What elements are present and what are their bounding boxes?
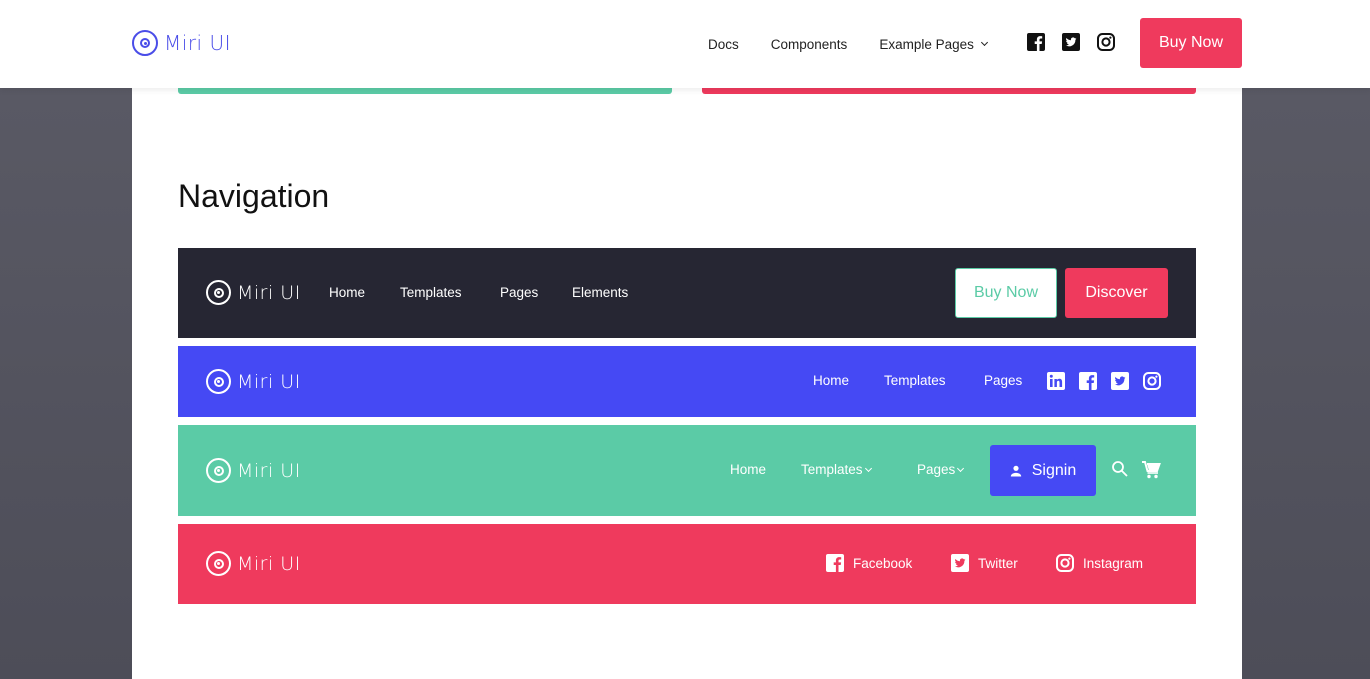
twitter-icon (951, 554, 969, 572)
home-label: Home (730, 462, 767, 477)
search-icon[interactable] (1111, 460, 1129, 478)
instagram-label: Instagram (1083, 555, 1144, 571)
chevron-down-icon (980, 38, 988, 47)
chevron-down-icon (957, 464, 965, 472)
twitter-icon[interactable] (1111, 372, 1129, 390)
twitter-icon[interactable] (1062, 33, 1080, 51)
navbar-success-logo[interactable]: Miri UI (206, 458, 301, 483)
navbar-danger: Miri UI Facebook Twitter Instagram (178, 524, 1196, 604)
instagram-link[interactable]: Instagram (1056, 554, 1143, 572)
instagram-icon[interactable] (1097, 33, 1115, 51)
navbar-dark: Miri UI Home Templates Pages Elements Bu… (178, 248, 1196, 338)
discover-button[interactable]: Discover (1065, 268, 1168, 318)
brand-name: Miri UI (164, 31, 231, 55)
navbar-dark-home[interactable]: Home (329, 285, 365, 300)
nav-components[interactable]: Components (771, 37, 848, 52)
logo-icon (132, 30, 158, 56)
navbar-dark-logo[interactable]: Miri UI (206, 280, 301, 305)
navbar-dark-templates[interactable]: Templates (400, 285, 462, 300)
nav-docs-label: Docs (708, 36, 739, 52)
twitter-label: Twitter (978, 555, 1018, 571)
navbar-primary-home[interactable]: Home (813, 373, 849, 388)
facebook-link[interactable]: Facebook (826, 554, 912, 572)
buy-now-outline-button[interactable]: Buy Now (955, 268, 1057, 318)
header-socials (1027, 33, 1115, 51)
pages-label: Pages (917, 462, 956, 477)
navbar-dark-elements[interactable]: Elements (572, 285, 628, 300)
brand-name: Miri UI (237, 281, 301, 304)
navbar-danger-logo[interactable]: Miri UI (206, 551, 301, 576)
brand-name: Miri UI (237, 370, 301, 393)
nav-components-label: Components (770, 36, 848, 52)
facebook-icon (826, 554, 844, 572)
navbar-success-pages[interactable]: Pages (917, 462, 965, 477)
navbar-success: Miri UI Home Templates Pages Signin (178, 425, 1196, 516)
brand-name: Miri UI (237, 459, 301, 482)
facebook-icon[interactable] (1079, 372, 1097, 390)
facebook-icon[interactable] (1027, 33, 1045, 51)
navbar-success-icons (1111, 460, 1161, 480)
signin-button[interactable]: Signin (990, 445, 1096, 496)
navbar-primary-socials (1047, 372, 1161, 390)
site-header: Miri UI Docs Components Example Pages Bu… (0, 0, 1370, 88)
brand-name: Miri UI (237, 552, 301, 575)
nav-example-pages-label: Example Pages (879, 36, 974, 52)
red-card-bottom-edge (702, 88, 1196, 94)
navbar-success-home[interactable]: Home (730, 462, 766, 477)
navbar-primary-logo[interactable]: Miri UI (206, 369, 301, 394)
twitter-link[interactable]: Twitter (951, 554, 1018, 572)
nav-example-pages[interactable]: Example Pages (879, 36, 988, 52)
navbar-dark-pages[interactable]: Pages (500, 285, 538, 300)
linkedin-icon[interactable] (1047, 372, 1065, 390)
signin-label: Signin (1031, 461, 1077, 479)
cart-icon[interactable] (1141, 460, 1161, 480)
templates-label: Templates (801, 462, 863, 477)
buy-now-button[interactable]: Buy Now (1140, 18, 1242, 68)
logo-icon (206, 369, 231, 394)
navbar-primary: Miri UI Home Templates Pages (178, 346, 1196, 417)
site-nav: Docs Components Example Pages (708, 0, 1019, 88)
instagram-icon[interactable] (1143, 372, 1161, 390)
site-logo[interactable]: Miri UI (132, 30, 231, 56)
chevron-down-icon (864, 464, 872, 472)
logo-icon (206, 458, 231, 483)
green-card-bottom-edge (178, 88, 672, 94)
section-title: Navigation (178, 178, 330, 214)
facebook-label: Facebook (853, 555, 913, 571)
navbar-primary-pages[interactable]: Pages (984, 373, 1022, 388)
user-icon (1010, 465, 1021, 476)
logo-icon (206, 551, 231, 576)
navbar-success-templates[interactable]: Templates (801, 462, 872, 477)
instagram-icon (1056, 554, 1074, 572)
navbar-primary-templates[interactable]: Templates (884, 373, 946, 388)
nav-docs[interactable]: Docs (708, 37, 739, 52)
logo-icon (206, 280, 231, 305)
